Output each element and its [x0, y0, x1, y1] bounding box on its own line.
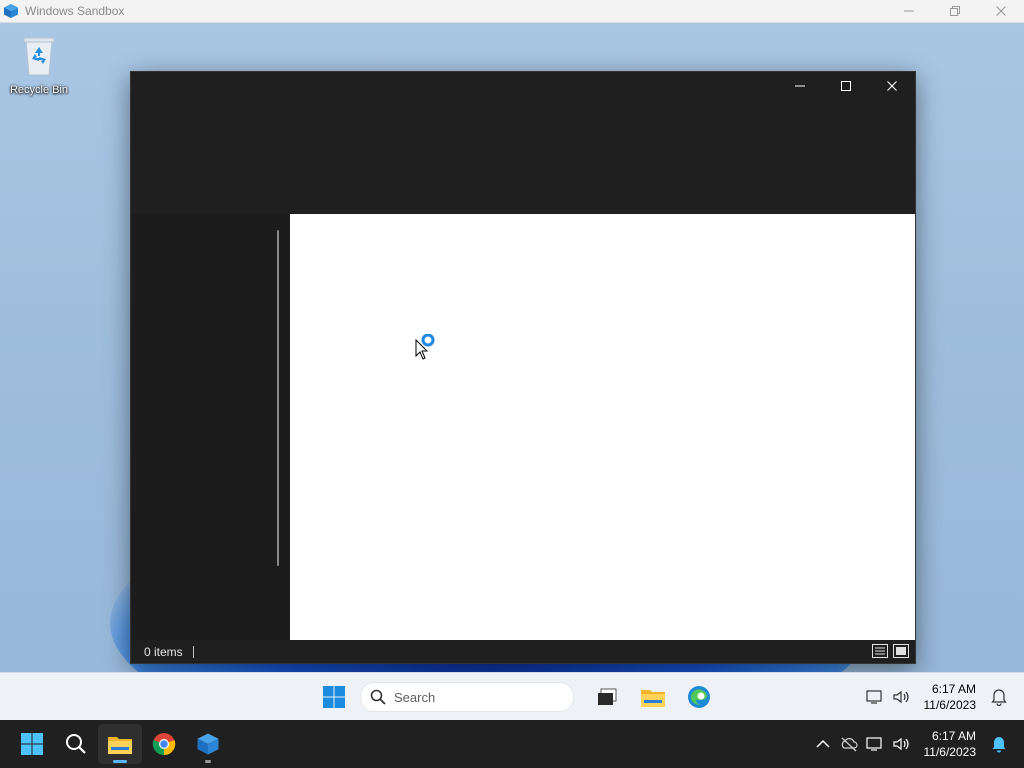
notification-icon	[991, 689, 1007, 706]
host-taskbar[interactable]: 6:17 AM 11/6/2023	[0, 720, 1024, 768]
notification-icon	[992, 737, 1006, 753]
sandbox-clock[interactable]: 6:17 AM 11/6/2023	[924, 681, 977, 713]
host-windows-sandbox-button[interactable]	[186, 724, 230, 764]
task-view-icon	[598, 688, 617, 705]
restore-icon	[950, 6, 960, 16]
start-icon	[323, 686, 345, 708]
navigation-pane-scrollbar[interactable]	[277, 230, 279, 566]
sandbox-task-view-button[interactable]	[588, 681, 626, 713]
sandbox-desktop[interactable]: Recycle Bin 0 items	[0, 23, 1024, 672]
sandbox-volume-button[interactable]	[890, 686, 912, 708]
active-app-indicator	[113, 760, 127, 763]
recycle-bin-icon	[23, 37, 55, 76]
busy-cursor-icon	[415, 334, 435, 360]
volume-icon	[892, 737, 909, 751]
host-clock[interactable]: 6:17 AM 11/6/2023	[924, 728, 977, 760]
explorer-minimize-button[interactable]	[777, 72, 823, 100]
host-title-bar[interactable]: Windows Sandbox	[0, 0, 1024, 23]
host-start-button[interactable]	[10, 724, 54, 764]
large-icons-view-icon[interactable]	[893, 644, 909, 658]
search-placeholder: Search	[394, 689, 436, 705]
content-pane[interactable]	[290, 214, 915, 640]
host-volume-button[interactable]	[890, 733, 912, 755]
file-explorer-icon	[108, 737, 132, 754]
minimize-icon	[904, 10, 914, 12]
desktop-icon-label: Recycle Bin	[9, 84, 69, 96]
sandbox-date: 11/6/2023	[923, 698, 977, 712]
host-chrome-button[interactable]	[142, 724, 186, 764]
host-search-button[interactable]	[54, 724, 98, 764]
network-icon	[865, 690, 882, 704]
sandbox-edge-button[interactable]	[680, 681, 718, 713]
minimize-icon	[795, 85, 805, 87]
onedrive-icon	[841, 737, 858, 752]
chrome-icon	[152, 733, 176, 756]
item-count: 0 items	[144, 644, 183, 659]
file-explorer-icon	[641, 690, 665, 707]
details-view-icon[interactable]	[872, 644, 888, 658]
desktop-icon-recycle-bin[interactable]: Recycle Bin	[6, 33, 72, 96]
sandbox-taskbar[interactable]: Search 6:17 AM 11/6/2023	[0, 672, 1024, 721]
status-divider	[192, 645, 194, 658]
search-icon	[370, 689, 386, 705]
network-icon	[865, 737, 882, 751]
host-show-hidden-icons-button[interactable]	[812, 733, 834, 755]
close-icon	[996, 6, 1006, 16]
sandbox-time: 6:17 AM	[931, 682, 976, 696]
host-notification-button[interactable]	[988, 733, 1010, 755]
search-icon	[66, 734, 86, 754]
host-network-button[interactable]	[864, 733, 886, 755]
host-minimize-button[interactable]	[886, 0, 932, 22]
running-app-indicator	[205, 760, 211, 763]
navigation-pane[interactable]	[131, 214, 290, 640]
host-onedrive-button[interactable]	[838, 733, 860, 755]
start-icon	[21, 733, 43, 755]
host-close-button[interactable]	[978, 0, 1024, 22]
explorer-close-button[interactable]	[869, 72, 915, 100]
chevron-up-icon	[815, 739, 830, 748]
sandbox-notification-button[interactable]	[988, 686, 1010, 708]
maximize-icon	[841, 81, 851, 91]
volume-icon	[892, 690, 909, 704]
host-file-explorer-button[interactable]	[98, 724, 142, 764]
file-explorer-window[interactable]: 0 items	[130, 71, 916, 664]
host-time: 6:17 AM	[931, 729, 976, 743]
sandbox-network-button[interactable]	[864, 686, 886, 708]
explorer-maximize-button[interactable]	[823, 72, 869, 100]
host-date: 11/6/2023	[923, 745, 977, 759]
sandbox-file-explorer-button[interactable]	[634, 681, 672, 713]
sandbox-search-box[interactable]: Search	[360, 682, 574, 712]
windows-sandbox-icon	[197, 733, 219, 755]
host-window-title: Windows Sandbox	[25, 4, 125, 18]
sandbox-start-button[interactable]	[320, 683, 348, 711]
status-bar: 0 items	[131, 640, 915, 663]
close-icon	[887, 81, 897, 91]
host-restore-button[interactable]	[932, 0, 978, 22]
edge-icon	[688, 686, 710, 708]
windows-sandbox-icon	[4, 4, 18, 18]
